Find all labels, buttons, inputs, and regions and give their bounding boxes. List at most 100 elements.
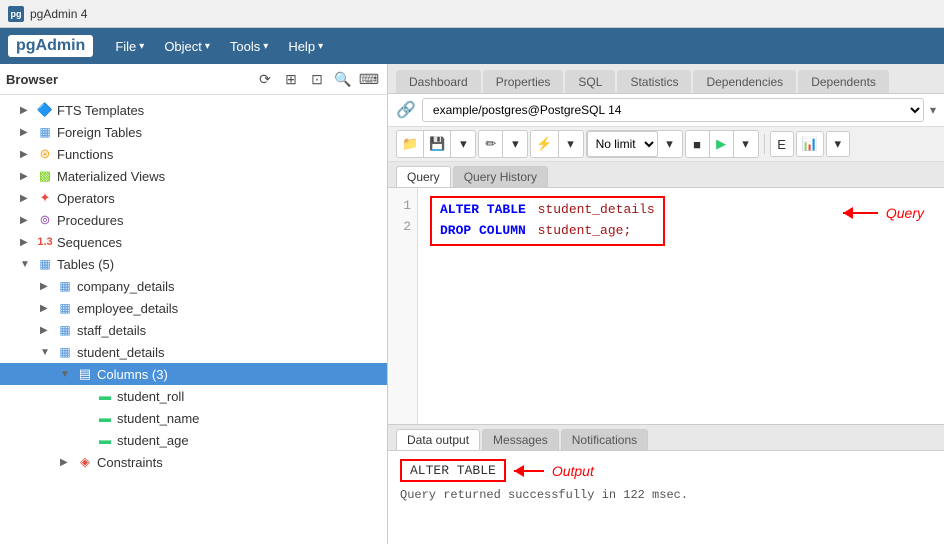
sidebar-item-student-roll[interactable]: ▬ student_roll [0, 385, 387, 407]
sidebar-item-operators[interactable]: ▶ ✦ Operators [0, 187, 387, 209]
keyword-alter: ALTER TABLE [440, 200, 526, 221]
connection-select[interactable]: example/postgres@PostgreSQL 14 [422, 98, 924, 122]
expand-icon[interactable]: ▶ [40, 281, 56, 292]
expand-icon[interactable]: ▶ [40, 303, 56, 314]
expand-icon[interactable]: ▶ [60, 457, 76, 468]
sidebar-item-label: Functions [57, 147, 113, 162]
tab-dependents[interactable]: Dependents [798, 70, 889, 93]
expand-icon[interactable]: ▶ [20, 127, 36, 138]
app-title: pgAdmin 4 [30, 7, 87, 21]
sidebar-item-company-details[interactable]: ▶ ▦ company_details [0, 275, 387, 297]
query-editor[interactable]: 1 2 ALTER TABLE student_details DROP COL… [388, 188, 944, 424]
table-icon: ▦ [56, 344, 74, 360]
tab-properties[interactable]: Properties [483, 70, 564, 93]
menu-object[interactable]: Object ▾ [154, 33, 220, 60]
tab-notifications[interactable]: Notifications [561, 429, 648, 450]
sidebar-item-label: Materialized Views [57, 169, 165, 184]
sidebar-item-student-age[interactable]: ▬ student_age [0, 429, 387, 451]
sidebar-item-sequences[interactable]: ▶ 1.3 Sequences [0, 231, 387, 253]
limit-control: No limit 100 500 1000 ▾ [586, 130, 683, 158]
seq-icon: 1.3 [36, 234, 54, 250]
sidebar-item-student-details[interactable]: ▼ ▦ student_details [0, 341, 387, 363]
tab-statistics[interactable]: Statistics [617, 70, 691, 93]
output-box: ALTER TABLE [400, 459, 506, 482]
expand-icon[interactable]: ▶ [20, 105, 36, 116]
sidebar-item-procedures[interactable]: ▶ ⊚ Procedures [0, 209, 387, 231]
op-icon: ✦ [36, 190, 54, 206]
run-dropdown-button[interactable]: ▾ [734, 131, 758, 157]
expand-icon[interactable]: ▶ [20, 149, 36, 160]
chevron-down-icon: ▾ [318, 41, 323, 52]
output-arrowhead [514, 465, 524, 477]
tab-sql[interactable]: SQL [565, 70, 615, 93]
menu-help[interactable]: Help ▾ [278, 33, 333, 60]
more-button[interactable]: ▾ [826, 131, 850, 157]
tab-dependencies[interactable]: Dependencies [693, 70, 796, 93]
save-dropdown-button[interactable]: ▾ [451, 131, 475, 157]
search-button[interactable]: 🔍 [331, 68, 355, 90]
top-tabs: Dashboard Properties SQL Statistics Depe… [388, 64, 944, 94]
tab-query-history[interactable]: Query History [453, 166, 548, 187]
terminal-button[interactable]: ⌨ [357, 68, 381, 90]
collapse-icon[interactable]: ▼ [40, 347, 56, 358]
collapse-icon[interactable]: ▼ [20, 259, 36, 270]
expand-icon[interactable]: ▶ [20, 193, 36, 204]
save-file-button[interactable]: 💾 [424, 131, 451, 157]
browser-label: Browser [6, 72, 251, 87]
code-area[interactable]: ALTER TABLE student_details DROP COLUMN … [418, 188, 944, 424]
tab-dashboard[interactable]: Dashboard [396, 70, 481, 93]
sidebar-item-label: student_roll [117, 389, 184, 404]
sidebar-item-columns[interactable]: ▼ ▤ Columns (3) [0, 363, 387, 385]
sidebar-item-fts[interactable]: ▶ 🔷 FTS Templates [0, 99, 387, 121]
menu-tools[interactable]: Tools ▾ [220, 33, 278, 60]
explain-button[interactable]: E [770, 131, 794, 157]
sidebar-item-student-name[interactable]: ▬ student_name [0, 407, 387, 429]
grid-view-button[interactable]: ⊞ [279, 68, 303, 90]
tab-messages[interactable]: Messages [482, 429, 559, 450]
sidebar-item-constraints[interactable]: ▶ ◈ Constraints [0, 451, 387, 473]
sidebar-item-label: Sequences [57, 235, 122, 250]
sidebar-item-foreign-tables[interactable]: ▶ ▦ Foreign Tables [0, 121, 387, 143]
expand-icon[interactable]: ▶ [20, 171, 36, 182]
edit-button[interactable]: ✏ [479, 131, 503, 157]
limit-dropdown-button[interactable]: ▾ [658, 131, 682, 157]
edit-dropdown-button[interactable]: ▾ [503, 131, 527, 157]
sidebar-item-mat-views[interactable]: ▶ ▩ Materialized Views [0, 165, 387, 187]
filter-button[interactable]: ⚡ [531, 131, 558, 157]
sidebar-item-label: Foreign Tables [57, 125, 142, 140]
sidebar-item-functions[interactable]: ▶ ⊛ Functions [0, 143, 387, 165]
expand-icon[interactable]: ▶ [20, 237, 36, 248]
sidebar-tree[interactable]: ▶ 🔷 FTS Templates ▶ ▦ Foreign Tables ▶ ⊛… [0, 95, 387, 544]
query-box: ALTER TABLE student_details DROP COLUMN … [430, 196, 665, 246]
identifier-student-details: student_details [530, 200, 655, 221]
sidebar-item-staff-details[interactable]: ▶ ▦ staff_details [0, 319, 387, 341]
limit-select[interactable]: No limit 100 500 1000 [587, 131, 658, 157]
run-button[interactable]: ▶ [710, 131, 734, 157]
tab-data-output[interactable]: Data output [396, 429, 480, 450]
expand-icon[interactable]: ▶ [40, 325, 56, 336]
collapse-icon[interactable]: ▼ [60, 369, 76, 380]
output-area: Data output Messages Notifications ALTER… [388, 424, 944, 544]
stop-button[interactable]: ■ [686, 131, 710, 157]
query-annotation: Query [843, 202, 924, 224]
menu-file[interactable]: File ▾ [105, 33, 154, 60]
col-icon: ▬ [96, 388, 114, 404]
explain-analyze-button[interactable]: 📊 [796, 131, 824, 157]
sidebar: Browser ⟳ ⊞ ⊡ 🔍 ⌨ ▶ 🔷 FTS Templates ▶ ▦ … [0, 64, 388, 544]
refresh-button[interactable]: ⟳ [253, 68, 277, 90]
filter-button[interactable]: ⊡ [305, 68, 329, 90]
edit-buttons: ✏ ▾ [478, 130, 528, 158]
filter-buttons: ⚡ ▾ [530, 130, 583, 158]
no-toggle [80, 413, 96, 424]
output-arrow-line [514, 470, 544, 472]
right-panel: Dashboard Properties SQL Statistics Depe… [388, 64, 944, 544]
sidebar-item-employee-details[interactable]: ▶ ▦ employee_details [0, 297, 387, 319]
open-file-button[interactable]: 📁 [397, 131, 424, 157]
col-icon: ▬ [96, 432, 114, 448]
filter-dropdown-button[interactable]: ▾ [559, 131, 583, 157]
tab-query[interactable]: Query [396, 166, 451, 187]
sidebar-item-label: Operators [57, 191, 115, 206]
sidebar-item-tables[interactable]: ▼ ▦ Tables (5) [0, 253, 387, 275]
sidebar-item-label: student_name [117, 411, 199, 426]
expand-icon[interactable]: ▶ [20, 215, 36, 226]
